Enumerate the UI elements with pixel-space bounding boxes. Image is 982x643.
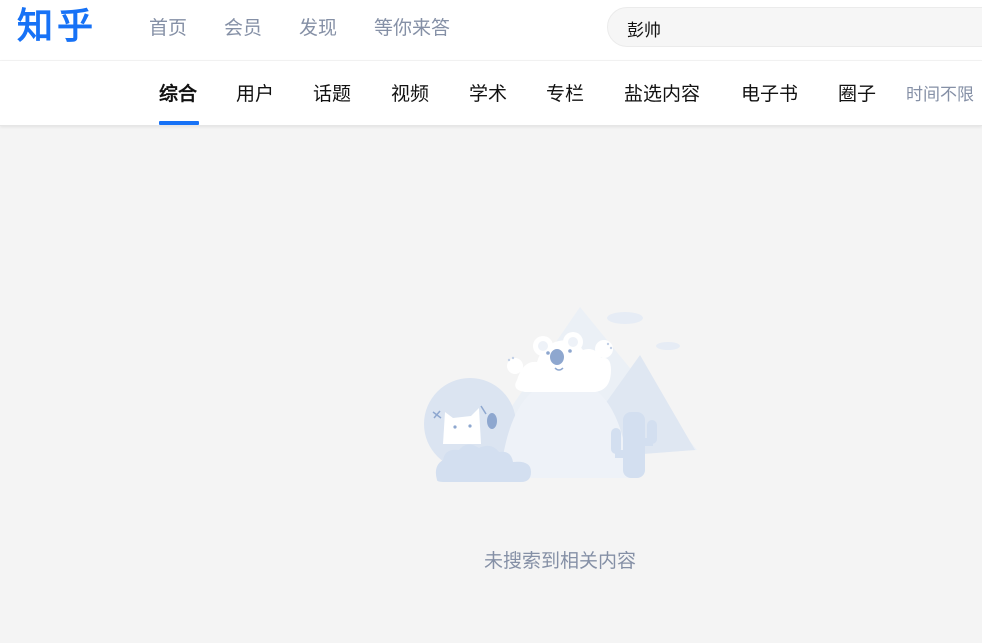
empty-result-message: 未搜索到相关内容 [483,550,636,572]
search-input[interactable] [627,16,967,40]
nav-vip[interactable]: 会员 [224,16,262,40]
zhihu-logo[interactable]: 知乎 [17,5,97,49]
tab-salt-content[interactable]: 盐选内容 [624,82,700,106]
tab-circles[interactable]: 圈子 [838,82,876,106]
tab-users[interactable]: 用户 [236,82,274,106]
empty-search-illustration [415,300,705,490]
top-header: 知乎 首页 会员 发现 等你来答 [0,0,982,60]
empty-search-icon [424,307,697,482]
tab-columns[interactable]: 专栏 [546,82,584,106]
tab-videos[interactable]: 视频 [391,82,429,106]
search-type-tabbar: 综合 用户 话题 视频 学术 专栏 盐选内容 电子书 圈子 时间不限 [0,61,982,126]
active-tab-indicator [159,121,199,125]
tab-academic[interactable]: 学术 [469,82,507,106]
time-filter-dropdown[interactable]: 时间不限 [906,84,974,106]
search-box [607,7,982,47]
tab-ebooks[interactable]: 电子书 [741,82,798,106]
tab-comprehensive[interactable]: 综合 [159,82,197,106]
nav-waiting-answers[interactable]: 等你来答 [374,16,450,40]
nav-discover[interactable]: 发现 [299,16,337,40]
nav-home[interactable]: 首页 [149,16,187,40]
tab-topics[interactable]: 话题 [313,82,351,106]
